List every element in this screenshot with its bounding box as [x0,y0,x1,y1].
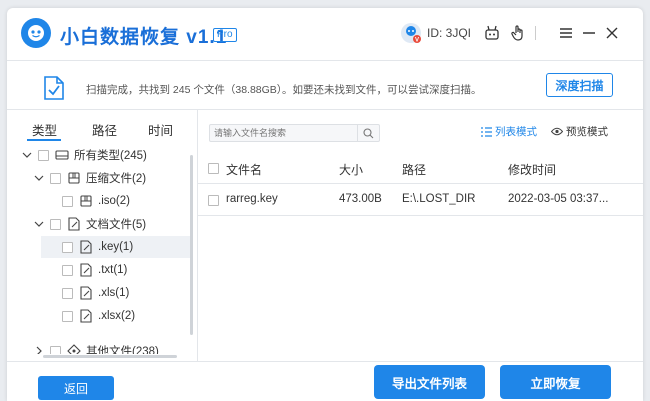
title-bar: 小白数据恢复 v1.1 Pro V ID: 3JQI [7,8,643,60]
active-tab-indicator [27,139,61,141]
search-input[interactable] [214,126,354,140]
svg-text:V: V [415,38,419,44]
export-list-button[interactable]: 导出文件列表 [374,365,485,399]
file-type-tree: 所有类型(245) 压缩文件(2) .iso(2) 文档文件(5) .key(1… [7,144,197,354]
tree-item-all[interactable]: 所有类型(245) [21,144,147,166]
hand-pointer-icon[interactable] [509,24,527,42]
table-header-divider [197,183,643,184]
scan-summary: 扫描完成，共找到 245 个文件（38.88GB）。如要还未找到文件，可以尝试深… [86,84,482,96]
list-mode-label: 列表模式 [495,126,537,138]
column-header-modified[interactable]: 修改时间 [508,161,556,178]
preview-mode-button[interactable]: 预览模式 [551,124,608,139]
eye-icon [551,127,563,136]
app-title: 小白数据恢复 v1.1 [60,22,227,49]
tab-type[interactable]: 类型 [32,120,57,139]
tree-item-label: .xls(1) [98,287,130,299]
search-button[interactable] [357,125,379,141]
cell-file-size: 473.00B [339,193,382,205]
tree-item-xlsx[interactable]: .xlsx(2) [62,305,135,327]
checkbox[interactable] [62,195,73,207]
tree-item-txt[interactable]: .txt(1) [62,259,127,281]
tree-item-other[interactable]: 其他文件(238) [33,340,159,354]
archive-icon [68,172,80,184]
tree-horizontal-scrollbar[interactable] [43,355,177,358]
cell-file-name: rarreg.key [226,193,278,205]
tree-item-iso[interactable]: .iso(2) [62,190,130,212]
table-row-divider [197,215,643,216]
tab-time[interactable]: 时间 [148,120,173,139]
archive-icon [80,195,92,207]
tree-item-xls[interactable]: .xls(1) [62,282,129,304]
recover-now-button[interactable]: 立即恢复 [500,365,611,399]
checkbox[interactable] [50,218,61,230]
robot-service-icon[interactable] [483,24,501,42]
user-id: ID: 3JQI [427,26,472,40]
chevron-down-icon[interactable] [33,172,45,184]
chevron-right-icon[interactable] [33,345,45,354]
scan-divider-line [7,109,643,110]
pro-badge: Pro [213,28,237,42]
tree-item-label: 文档文件(5) [86,219,147,231]
document-icon [80,286,92,300]
tree-item-label: .key(1) [98,241,134,253]
tree-item-label: 其他文件(238) [86,346,159,354]
tree-vertical-scrollbar[interactable] [190,155,193,335]
list-mode-button[interactable]: 列表模式 [481,124,537,139]
app-name: 小白数据恢复 [60,27,181,48]
header-divider-line [7,60,643,61]
preview-mode-label: 预览模式 [566,126,608,138]
row-checkbox[interactable] [208,195,219,206]
tree-item-label: 压缩文件(2) [86,173,147,185]
search-icon [363,127,374,138]
document-icon [80,240,92,254]
chevron-down-icon[interactable] [21,149,33,161]
tree-item-documents[interactable]: 文档文件(5) [33,213,146,235]
tree-item-label: .iso(2) [98,195,130,207]
other-files-icon [67,344,81,354]
checkbox[interactable] [50,345,61,354]
tab-path[interactable]: 路径 [92,120,117,139]
header-divider [535,26,536,40]
tree-item-label: 所有类型(245) [74,150,147,162]
drive-icon [55,150,69,160]
column-header-name[interactable]: 文件名 [226,161,262,178]
footer-divider-line [7,361,643,362]
scan-complete-icon [44,76,64,100]
checkbox[interactable] [50,172,61,184]
checkbox[interactable] [38,149,49,161]
deep-scan-button[interactable]: 深度扫描 [546,73,613,97]
tree-item-archives[interactable]: 压缩文件(2) [33,167,146,189]
checkbox[interactable] [62,241,73,253]
chevron-down-icon[interactable] [33,218,45,230]
left-column-divider [197,109,198,361]
checkbox[interactable] [62,287,73,299]
app-window: 小白数据恢复 v1.1 Pro V ID: 3JQI 扫描完成，共找到 245 … [7,8,643,401]
menu-icon[interactable] [557,24,575,42]
user-avatar-icon[interactable]: V [400,22,422,44]
select-all-checkbox[interactable] [208,163,219,174]
checkbox[interactable] [62,264,73,276]
column-header-size[interactable]: 大小 [339,161,363,178]
tree-item-label: .xlsx(2) [98,310,136,322]
list-icon [481,126,492,137]
close-icon[interactable] [603,24,621,42]
robot-logo-icon [28,25,44,41]
search-box [209,124,380,142]
tree-item-key[interactable]: .key(1) [41,236,193,258]
document-icon [80,263,92,277]
back-button[interactable]: 返回 [38,376,114,400]
minimize-icon[interactable] [580,24,598,42]
cell-modified-time: 2022-03-05 03:37... [508,193,609,205]
document-icon [68,217,80,231]
app-logo [21,18,51,48]
document-icon [80,309,92,323]
checkbox[interactable] [62,310,73,322]
tree-item-label: .txt(1) [98,264,128,276]
column-header-path[interactable]: 路径 [402,161,426,178]
cell-file-path: E:\.LOST_DIR [402,193,476,205]
